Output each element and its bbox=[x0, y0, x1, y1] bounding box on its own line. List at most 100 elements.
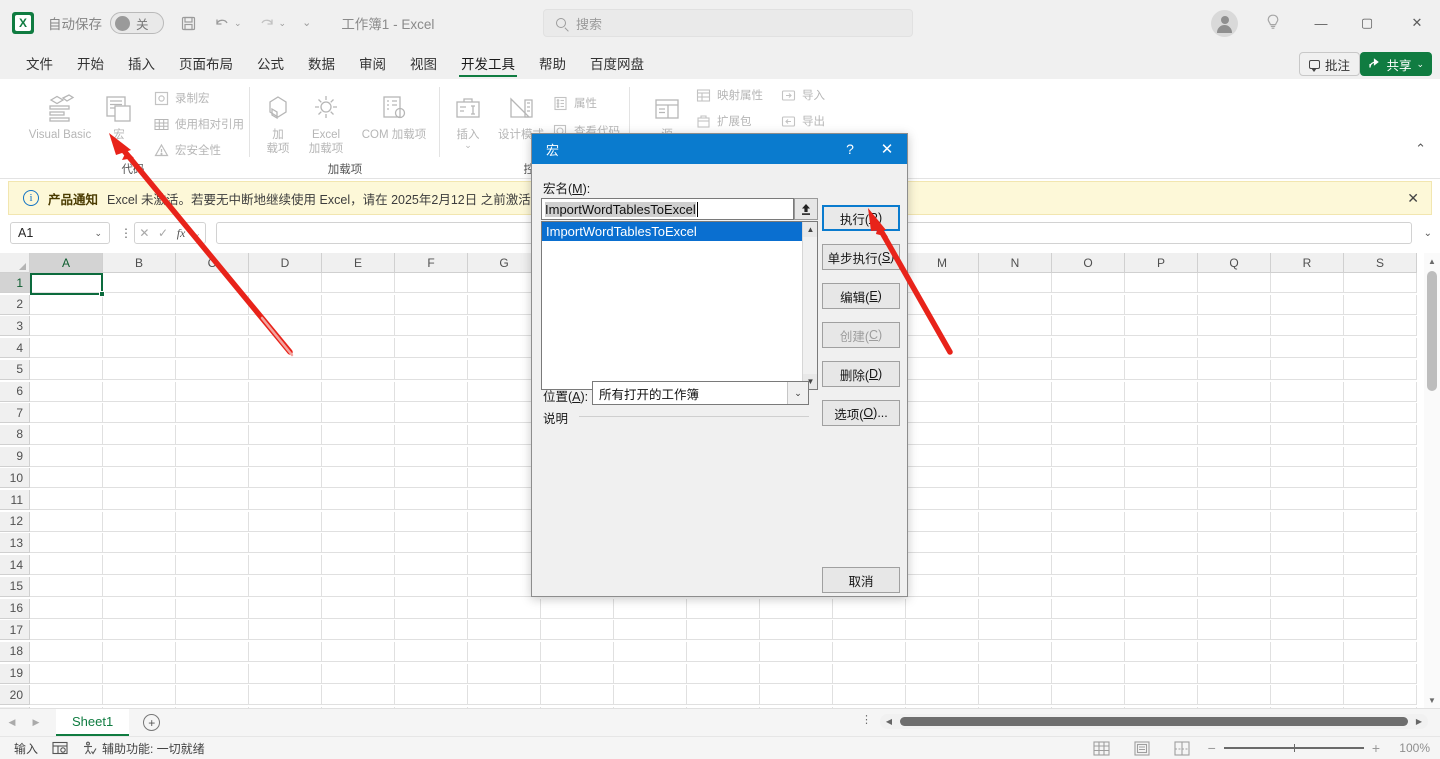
cell-L19[interactable] bbox=[833, 663, 906, 684]
map-properties-button[interactable]: 映射属性 bbox=[695, 87, 763, 103]
cell-D12[interactable] bbox=[249, 511, 322, 532]
cell-S1[interactable] bbox=[1344, 273, 1417, 293]
cell-H16[interactable] bbox=[541, 598, 614, 619]
cell-P8[interactable] bbox=[1125, 424, 1198, 445]
share-chevron-down-icon[interactable]: ⌄ bbox=[1416, 59, 1424, 70]
formula-bar-drag-handle[interactable]: ⋮ bbox=[120, 227, 132, 240]
cell-C5[interactable] bbox=[176, 359, 249, 380]
cell-J18[interactable] bbox=[687, 641, 760, 662]
cell-O6[interactable] bbox=[1052, 381, 1125, 402]
cell-N2[interactable] bbox=[979, 294, 1052, 315]
cell-A7[interactable] bbox=[30, 403, 103, 424]
cell-P6[interactable] bbox=[1125, 381, 1198, 402]
cell-F14[interactable] bbox=[395, 555, 468, 576]
row-header-4[interactable]: 4 bbox=[0, 338, 30, 359]
cell-R10[interactable] bbox=[1271, 468, 1344, 489]
page-break-view-icon[interactable] bbox=[1174, 740, 1190, 756]
cell-S2[interactable] bbox=[1344, 294, 1417, 315]
cell-M5[interactable] bbox=[906, 359, 979, 380]
cell-K17[interactable] bbox=[760, 620, 833, 641]
cell-C2[interactable] bbox=[176, 294, 249, 315]
cell-Q4[interactable] bbox=[1198, 338, 1271, 359]
cell-Q5[interactable] bbox=[1198, 359, 1271, 380]
horizontal-scrollbar[interactable]: ◀ ▶ bbox=[880, 714, 1428, 729]
cell-Q3[interactable] bbox=[1198, 316, 1271, 337]
tab-view[interactable]: 视图 bbox=[398, 50, 449, 79]
cell-O5[interactable] bbox=[1052, 359, 1125, 380]
cell-M14[interactable] bbox=[906, 555, 979, 576]
cell-C14[interactable] bbox=[176, 555, 249, 576]
cell-P16[interactable] bbox=[1125, 598, 1198, 619]
cell-C11[interactable] bbox=[176, 490, 249, 510]
cell-M12[interactable] bbox=[906, 511, 979, 532]
cell-K16[interactable] bbox=[760, 598, 833, 619]
cell-R19[interactable] bbox=[1271, 663, 1344, 684]
vertical-scroll-thumb[interactable] bbox=[1427, 271, 1437, 391]
cell-M18[interactable] bbox=[906, 641, 979, 662]
cell-Q15[interactable] bbox=[1198, 576, 1271, 597]
tab-file[interactable]: 文件 bbox=[14, 50, 65, 79]
cell-A20[interactable] bbox=[30, 685, 103, 706]
cell-Q2[interactable] bbox=[1198, 294, 1271, 315]
scroll-right-icon[interactable]: ▶ bbox=[1410, 717, 1428, 726]
cell-B10[interactable] bbox=[103, 468, 176, 489]
cell-E6[interactable] bbox=[322, 381, 395, 402]
cell-A16[interactable] bbox=[30, 598, 103, 619]
cell-A10[interactable] bbox=[30, 468, 103, 489]
cell-A5[interactable] bbox=[30, 359, 103, 380]
cell-D20[interactable] bbox=[249, 685, 322, 706]
fill-handle[interactable] bbox=[99, 290, 105, 297]
cell-M7[interactable] bbox=[906, 403, 979, 424]
zoom-level-label[interactable]: 100% bbox=[1399, 741, 1430, 755]
tab-home[interactable]: 开始 bbox=[65, 50, 116, 79]
cell-F1[interactable] bbox=[395, 273, 468, 293]
cell-N4[interactable] bbox=[979, 338, 1052, 359]
cell-C15[interactable] bbox=[176, 576, 249, 597]
cell-S13[interactable] bbox=[1344, 533, 1417, 554]
cell-P20[interactable] bbox=[1125, 685, 1198, 706]
cell-O20[interactable] bbox=[1052, 685, 1125, 706]
cell-F6[interactable] bbox=[395, 381, 468, 402]
cell-C19[interactable] bbox=[176, 663, 249, 684]
cell-N6[interactable] bbox=[979, 381, 1052, 402]
prev-sheet-icon[interactable]: ◀ bbox=[0, 717, 24, 728]
cell-P1[interactable] bbox=[1125, 273, 1198, 293]
list-scroll-up-icon[interactable]: ▲ bbox=[803, 222, 817, 237]
cell-Q14[interactable] bbox=[1198, 555, 1271, 576]
cell-Q13[interactable] bbox=[1198, 533, 1271, 554]
cell-R11[interactable] bbox=[1271, 490, 1344, 510]
row-header-11[interactable]: 11 bbox=[0, 490, 30, 510]
cancel-button[interactable]: 取消 bbox=[822, 567, 900, 593]
cell-E1[interactable] bbox=[322, 273, 395, 293]
zoom-in-button[interactable]: + bbox=[1372, 740, 1380, 756]
cell-A18[interactable] bbox=[30, 641, 103, 662]
cell-R8[interactable] bbox=[1271, 424, 1344, 445]
column-header-A[interactable]: A bbox=[30, 253, 103, 273]
fx-icon[interactable]: fx bbox=[177, 226, 186, 241]
column-header-B[interactable]: B bbox=[103, 253, 176, 273]
cell-R15[interactable] bbox=[1271, 576, 1344, 597]
cell-R3[interactable] bbox=[1271, 316, 1344, 337]
cell-D8[interactable] bbox=[249, 424, 322, 445]
delete-button[interactable]: 删除(D) bbox=[822, 361, 900, 387]
cell-M4[interactable] bbox=[906, 338, 979, 359]
cell-A4[interactable] bbox=[30, 338, 103, 359]
cell-R7[interactable] bbox=[1271, 403, 1344, 424]
row-header-9[interactable]: 9 bbox=[0, 446, 30, 467]
cell-Q17[interactable] bbox=[1198, 620, 1271, 641]
tab-baidu-netdisk[interactable]: 百度网盘 bbox=[578, 50, 656, 79]
cell-E13[interactable] bbox=[322, 533, 395, 554]
cell-P13[interactable] bbox=[1125, 533, 1198, 554]
cell-A12[interactable] bbox=[30, 511, 103, 532]
cell-F16[interactable] bbox=[395, 598, 468, 619]
account-avatar[interactable] bbox=[1211, 10, 1238, 37]
cell-B14[interactable] bbox=[103, 555, 176, 576]
cell-I18[interactable] bbox=[614, 641, 687, 662]
row-header-5[interactable]: 5 bbox=[0, 359, 30, 380]
cell-E12[interactable] bbox=[322, 511, 395, 532]
cell-D19[interactable] bbox=[249, 663, 322, 684]
cell-D3[interactable] bbox=[249, 316, 322, 337]
cell-P4[interactable] bbox=[1125, 338, 1198, 359]
customize-qat-icon[interactable]: ⌄ bbox=[302, 17, 311, 29]
cancel-icon[interactable]: ✕ bbox=[139, 226, 149, 240]
